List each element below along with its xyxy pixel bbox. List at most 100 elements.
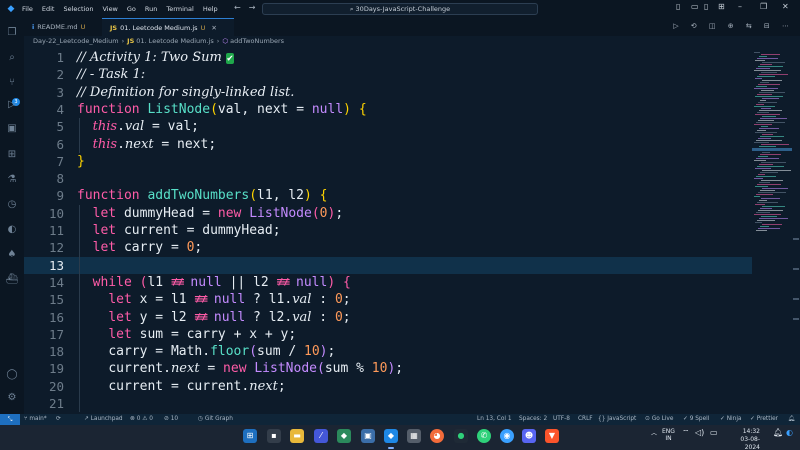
git-graph-status[interactable]: ◷ Git Graph — [198, 414, 233, 425]
code-line[interactable]: 11 let current = dummyHead; — [24, 222, 752, 239]
tab-leetcode-medium[interactable]: JS 01. Leetcode Medium.js U ✕ — [102, 18, 234, 36]
app-icon[interactable]: ◉ — [500, 429, 514, 443]
app-icon[interactable]: ⁄ — [314, 429, 328, 443]
menu-file[interactable]: File — [22, 5, 33, 13]
ports-status[interactable]: ⊘ 10 — [164, 414, 178, 425]
volume-icon[interactable]: ◁) — [695, 428, 704, 437]
branch-status[interactable]: ⑂ main* — [24, 414, 47, 425]
code-text[interactable]: let carry = 0; — [77, 239, 203, 256]
menu-view[interactable]: View — [102, 5, 117, 13]
menu-selection[interactable]: Selection — [63, 5, 93, 13]
problems-status[interactable]: ⊗ 0 ⚠ 0 — [130, 414, 153, 425]
code-line[interactable]: 15 let x = l1 ≢≢ null ? l1.val : 0; — [24, 291, 752, 308]
code-line[interactable]: 9 function addTwoNumbers(l1, l2) { — [24, 187, 752, 204]
line-number[interactable]: 20 — [24, 378, 64, 395]
code-line[interactable]: 5 this.val = val; — [24, 118, 752, 135]
line-number[interactable]: 8 — [24, 170, 64, 187]
git-graph-icon[interactable]: ◷ — [5, 198, 19, 212]
code-line[interactable]: 2 // - Task 1: — [24, 66, 752, 83]
breadcrumb-symbol[interactable]: addTwoNumbers — [230, 37, 284, 45]
tray-expand-icon[interactable]: ︿ — [651, 428, 657, 437]
code-line[interactable]: 13 — [24, 256, 752, 274]
file-explorer-icon[interactable]: ▬ — [290, 429, 304, 443]
nav-back-forward-icon[interactable]: ←→ — [234, 3, 263, 12]
launchpad-status[interactable]: ↗ Launchpad — [84, 414, 123, 425]
explorer-icon[interactable]: ❐ — [5, 26, 19, 40]
code-text[interactable]: } — [77, 153, 85, 170]
code-editor[interactable]: 1 // Activity 1: Two Sum ✔ 2 // - Task 1: 3 /… — [24, 48, 752, 414]
vertical-scrollbar[interactable] — [792, 48, 800, 414]
command-search-input[interactable]: ⌕ 30Days-JavaScript-Challenge — [262, 3, 538, 15]
clock[interactable]: 14:32 03-08-2024 — [728, 428, 760, 450]
code-line[interactable]: 8 — [24, 170, 752, 187]
line-number[interactable]: 15 — [24, 291, 64, 308]
line-number[interactable]: 12 — [24, 239, 64, 256]
code-text[interactable]: let dummyHead = new ListNode(0); — [77, 205, 344, 222]
run-debug-icon[interactable]: ▷ — [5, 98, 19, 112]
restore-icon[interactable]: ❐ — [760, 2, 767, 11]
code-line[interactable]: 19 current.next = new ListNode(sum % 10)… — [24, 360, 752, 377]
customize-layout-icon[interactable]: ⊞ — [718, 2, 725, 11]
ninja-status[interactable]: ✓ Ninja — [720, 414, 742, 425]
line-number[interactable]: 18 — [24, 343, 64, 360]
notifications-icon[interactable]: 🔔︎ — [773, 428, 783, 437]
app-icon[interactable]: ▣ — [361, 429, 375, 443]
search-icon[interactable]: ⌕ — [5, 51, 19, 65]
app-icon[interactable]: ● — [454, 429, 468, 443]
tab-readme[interactable]: i README.md U — [24, 18, 102, 36]
line-number[interactable]: 19 — [24, 360, 64, 377]
whatsapp-icon[interactable]: ✆ — [477, 429, 491, 443]
docker-icon[interactable]: ⛴ — [5, 273, 19, 287]
line-number[interactable]: 9 — [24, 187, 64, 204]
code-line[interactable]: 4 function ListNode(val, next = null) { — [24, 101, 752, 118]
code-text[interactable]: current.next = new ListNode(sum % 10); — [77, 360, 403, 377]
manage-gear-icon[interactable]: ⚙ — [5, 391, 19, 405]
menu-terminal[interactable]: Terminal — [166, 5, 193, 13]
copilot-icon[interactable]: ◐ — [786, 428, 793, 437]
code-text[interactable]: let x = l1 ≢≢ null ? l1.val : 0; — [77, 291, 350, 308]
battery-icon[interactable]: ▭ — [710, 428, 718, 437]
line-number[interactable]: 3 — [24, 84, 64, 101]
app-icon[interactable]: ◆ — [337, 429, 351, 443]
line-number[interactable]: 2 — [24, 66, 64, 83]
close-window-icon[interactable]: ✕ — [782, 2, 789, 11]
menu-edit[interactable]: Edit — [42, 5, 55, 13]
code-text[interactable]: // - Task 1: — [77, 66, 145, 83]
code-line[interactable]: 20 current = current.next; — [24, 378, 752, 395]
menu-run[interactable]: Run — [145, 5, 157, 13]
line-number[interactable]: 17 — [24, 326, 64, 343]
line-number[interactable]: 6 — [24, 136, 64, 153]
layout-sidebar-icon[interactable]: ▯ — [676, 2, 680, 11]
editor-actions[interactable]: ▷ ⟲ ◫ ⊕ ⇆ ⊟ ⋯ — [673, 22, 794, 30]
close-tab-icon[interactable]: ✕ — [211, 24, 216, 32]
code-line[interactable]: 14 while (l1 ≢≢ null || l2 ≢≢ null) { — [24, 274, 752, 291]
breadcrumb-folder[interactable]: Day-22_Leetcode_Medium — [33, 37, 119, 45]
line-number[interactable]: 13 — [24, 257, 64, 274]
line-number[interactable]: 5 — [24, 118, 64, 135]
code-text[interactable]: function ListNode(val, next = null) { — [77, 101, 367, 118]
code-text[interactable]: this.val = val; — [77, 118, 199, 135]
encoding-status[interactable]: UTF-8 — [553, 414, 570, 425]
discord-icon[interactable]: ☻ — [522, 429, 536, 443]
code-text[interactable]: current = current.next; — [77, 378, 285, 395]
layout-panel-icon[interactable]: ▭ — [691, 2, 699, 11]
code-line[interactable]: 6 this.next = next; — [24, 136, 752, 153]
line-number[interactable]: 14 — [24, 274, 64, 291]
source-control-icon[interactable]: ⑂ — [5, 76, 19, 90]
code-text[interactable]: let y = l2 ≢≢ null ? l2.val : 0; — [77, 309, 350, 326]
layout-secondary-icon[interactable]: ▯ — [704, 2, 708, 11]
code-line[interactable]: 10 let dummyHead = new ListNode(0); — [24, 205, 752, 222]
code-text[interactable]: while (l1 ≢≢ null || l2 ≢≢ null) { — [77, 274, 351, 291]
code-text[interactable]: function addTwoNumbers(l1, l2) { — [77, 187, 327, 204]
menu-help[interactable]: Help — [203, 5, 218, 13]
code-line[interactable]: 1 // Activity 1: Two Sum ✔ — [24, 49, 752, 66]
remote-indicator-icon[interactable]: ⤡ — [0, 414, 20, 425]
search-taskbar-icon[interactable]: ▪ — [267, 429, 281, 443]
language-indicator[interactable]: ENG IN — [662, 428, 675, 442]
cursor-position[interactable]: Ln 13, Col 1 — [477, 414, 512, 425]
code-text[interactable]: // Activity 1: Two Sum ✔ — [77, 49, 234, 67]
eol-status[interactable]: CRLF — [578, 414, 593, 425]
app-icon[interactable]: ▦ — [407, 429, 421, 443]
app-icon[interactable]: ◕ — [430, 429, 444, 443]
extensions-icon[interactable]: ⊞ — [5, 148, 19, 162]
